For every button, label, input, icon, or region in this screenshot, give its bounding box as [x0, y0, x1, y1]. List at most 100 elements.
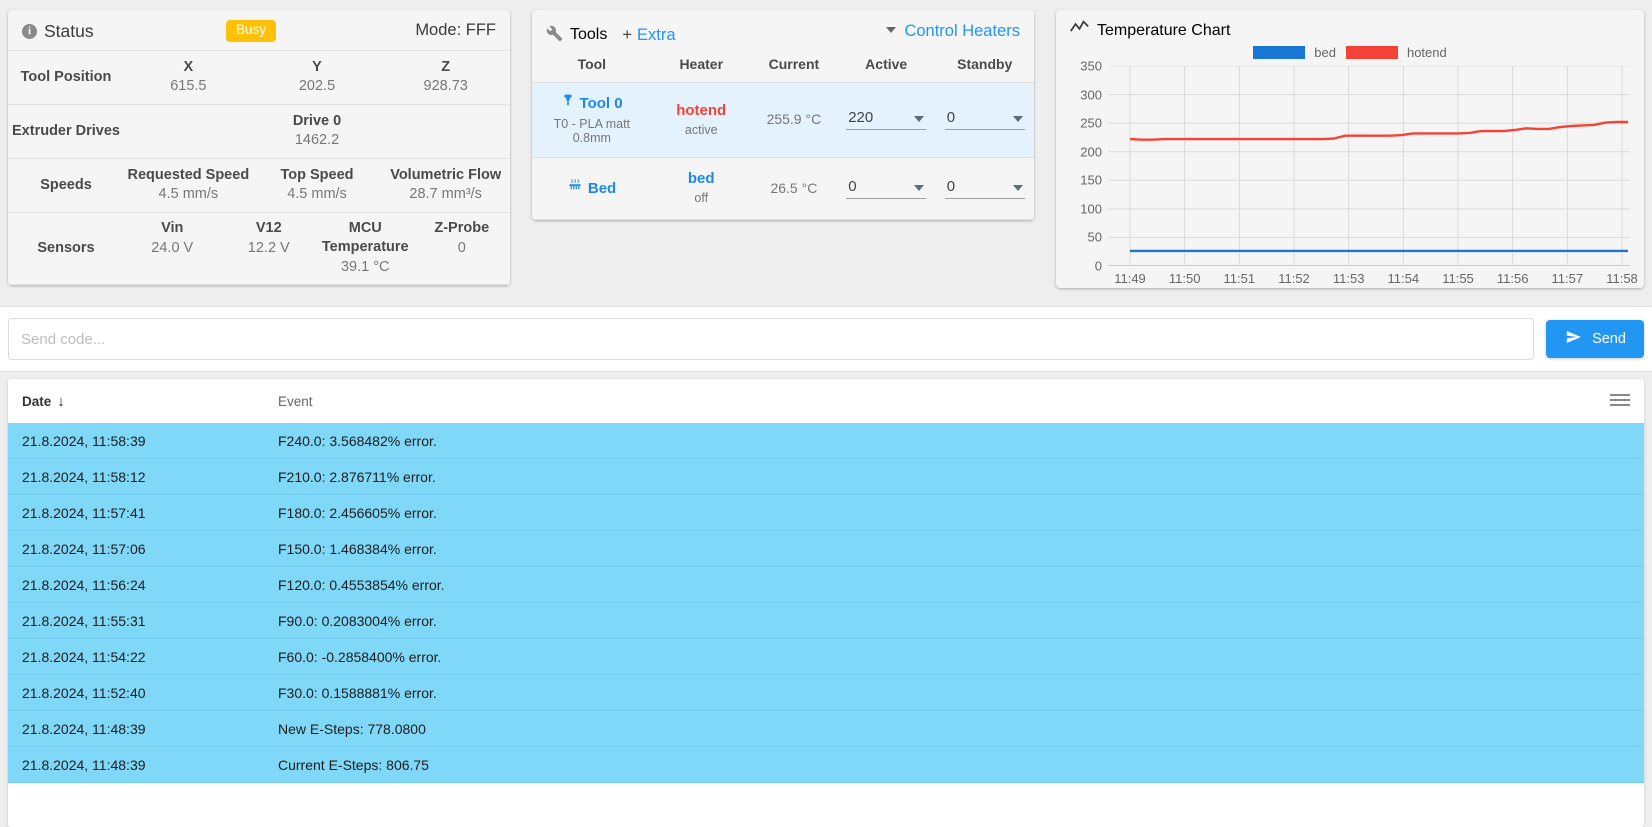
tool-cell[interactable]: Tool 0 T0 - PLA matt 0.8mm — [532, 82, 652, 158]
series-hotend — [1129, 120, 1628, 141]
x-axis-tick: 11:54 — [1387, 271, 1420, 286]
chart-title: Temperature Chart — [1097, 21, 1231, 39]
status-rows: Tool Position X 615.5 Y 202.5 Z 928.73 Extruder… — [8, 50, 510, 285]
status-row-label: Extruder Drives — [12, 123, 120, 140]
legend-item-hotend[interactable]: hotend — [1345, 45, 1447, 60]
nozzle-icon — [561, 94, 575, 112]
status-row: Speeds Requested Speed 4.5 mm/s Top Speed 4.… — [8, 158, 510, 212]
tool-name[interactable]: Tool 0 — [580, 95, 623, 112]
tools-table: Tool Heater Current Active Standby Tool 0 T0 … — [532, 50, 1034, 220]
y-axis-tick: 150 — [1080, 172, 1102, 188]
log-event: F150.0: 1.468384% error. — [278, 540, 437, 557]
column-header-date[interactable]: Date ↓ — [22, 393, 278, 410]
active-value: 220 — [848, 109, 874, 126]
table-row[interactable]: 21.8.2024, 11:48:39 Current E-Steps: 806.… — [8, 747, 1644, 783]
x-axis-tick: 11:51 — [1223, 271, 1256, 286]
mode-label: Mode: FFF — [415, 21, 496, 39]
table-row[interactable]: 21.8.2024, 11:56:24 F120.0: 0.4553854% er… — [8, 567, 1644, 603]
chevron-down-icon[interactable] — [914, 116, 925, 122]
chart-legend: bed hotend — [1056, 45, 1644, 60]
status-cell-value: 12.2 V — [247, 239, 290, 256]
legend-item-bed[interactable]: bed — [1253, 45, 1336, 60]
heater-name[interactable]: bed — [656, 170, 747, 187]
status-cell-value: 4.5 mm/s — [287, 186, 347, 203]
standby-value: 0 — [946, 109, 956, 126]
heater-state: off — [694, 191, 709, 205]
status-row-label: Speeds — [40, 177, 92, 194]
line-chart-icon — [1070, 20, 1089, 41]
table-row[interactable]: 21.8.2024, 11:58:12 F210.0: 2.876711% err… — [8, 459, 1644, 495]
heater-name[interactable]: hotend — [656, 102, 747, 119]
legend-label: hotend — [1406, 45, 1447, 60]
heater-cell[interactable]: hotend active — [651, 82, 751, 158]
current-temperature: 26.5 °C — [750, 157, 837, 220]
status-row-cells: X 615.5 Y 202.5 Z 928.73 — [124, 52, 510, 104]
tools-col-active: Active — [865, 56, 908, 72]
tools-table-header: Tool Heater Current Active Standby — [532, 50, 1034, 83]
y-axis-tick: 100 — [1080, 201, 1102, 217]
status-cell-key: Volumetric Flow — [390, 166, 502, 183]
log-event: F180.0: 2.456605% error. — [278, 504, 437, 521]
status-cell-value: 1462.2 — [294, 132, 340, 149]
status-row-cells: Vin 24.0 V V12 12.2 V MCU Temperature 39.1 °C… — [124, 213, 510, 284]
send-button[interactable]: Send — [1546, 320, 1644, 358]
table-row[interactable]: 21.8.2024, 11:54:22 F60.0: -0.2858400% er… — [8, 639, 1644, 675]
table-row[interactable]: 21.8.2024, 11:57:41 F180.0: 2.456605% err… — [8, 495, 1644, 531]
tools-table-body: Tool 0 T0 - PLA matt 0.8mm hotend active 255… — [532, 82, 1034, 220]
send-code-input[interactable] — [8, 318, 1534, 360]
x-axis-tick: 11:55 — [1442, 271, 1474, 286]
plus-icon: + — [622, 25, 632, 44]
control-heaters-link[interactable]: Control Heaters — [904, 22, 1020, 40]
table-row[interactable]: 21.8.2024, 11:52:40 F30.0: 0.1588881% err… — [8, 675, 1644, 711]
table-row[interactable]: 21.8.2024, 11:48:39 New E-Steps: 778.0800 — [8, 711, 1644, 747]
tool-row[interactable]: Tool 0 T0 - PLA matt 0.8mm hotend active 255… — [532, 82, 1034, 158]
info-icon: i — [22, 23, 37, 39]
tools-panel: Tools + Extra Control Heaters Tool Heater C… — [532, 10, 1034, 220]
send-button-label: Send — [1592, 331, 1626, 347]
status-cell-value: 202.5 — [298, 78, 336, 95]
active-temperature-select[interactable]: 220 — [836, 82, 936, 158]
tools-header: Tools + Extra Control Heaters — [532, 10, 1034, 50]
column-header-event[interactable]: Event — [278, 394, 313, 409]
status-row: Sensors Vin 24.0 V V12 12.2 V MCU Temperature… — [8, 212, 510, 285]
status-cell-key: Y — [312, 58, 322, 75]
legend-label: bed — [1314, 45, 1336, 60]
x-axis-tick: 11:50 — [1168, 271, 1201, 286]
status-cell-key: MCU Temperature — [321, 220, 409, 255]
status-row-label: Sensors — [37, 240, 95, 257]
add-extra-control[interactable]: + Extra — [622, 26, 675, 45]
status-cell-value: 615.5 — [170, 78, 207, 95]
chevron-down-icon[interactable] — [914, 184, 925, 191]
active-temperature-select[interactable]: 0 — [836, 157, 936, 220]
chevron-down-icon[interactable] — [1012, 184, 1023, 191]
status-cell-value: 0 — [457, 239, 466, 256]
chevron-down-icon[interactable] — [1012, 116, 1023, 122]
y-axis-tick: 50 — [1087, 229, 1102, 245]
table-row[interactable]: 21.8.2024, 11:58:39 F240.0: 3.568482% err… — [8, 423, 1644, 459]
table-row[interactable]: 21.8.2024, 11:57:06 F150.0: 1.468384% err… — [8, 531, 1644, 567]
extra-link[interactable]: Extra — [637, 26, 676, 44]
chart-plot-area: 0 50 100 150 200 250 300 350 11:49 11:50 11:51 11:5… — [1080, 59, 1637, 287]
standby-temperature-select[interactable]: 0 — [935, 157, 1034, 220]
tool-name[interactable]: Bed — [588, 180, 616, 197]
status-cell: Y 202.5 — [253, 52, 382, 104]
standby-temperature-select[interactable]: 0 — [935, 82, 1034, 158]
heated-bed-icon — [567, 178, 583, 197]
chevron-down-icon — [886, 27, 897, 33]
log-event: F120.0: 0.4553854% error. — [278, 576, 445, 593]
tools-col-heater: Heater — [679, 56, 724, 72]
log-date: 21.8.2024, 11:58:12 — [22, 468, 146, 485]
status-cell: Z 928.73 — [381, 52, 510, 104]
tool-cell[interactable]: Bed — [532, 157, 652, 220]
status-row-cells: Drive 0 1462.2 — [124, 106, 510, 158]
heater-cell[interactable]: bed off — [651, 157, 751, 220]
table-row[interactable]: 21.8.2024, 11:55:31 F90.0: 0.2083004% err… — [8, 603, 1644, 639]
heater-state: active — [684, 122, 718, 137]
hamburger-icon[interactable] — [1610, 394, 1630, 409]
x-axis-tick: 11:58 — [1606, 271, 1638, 286]
control-heaters-control[interactable]: Control Heaters — [886, 22, 1020, 41]
tool-row[interactable]: Bed bed off 26.5 °C 0 0 — [532, 157, 1034, 220]
column-header-date-label: Date — [22, 393, 52, 409]
status-cell-value: 28.7 mm³/s — [409, 186, 482, 203]
status-cell-key: Z-Probe — [434, 220, 490, 236]
